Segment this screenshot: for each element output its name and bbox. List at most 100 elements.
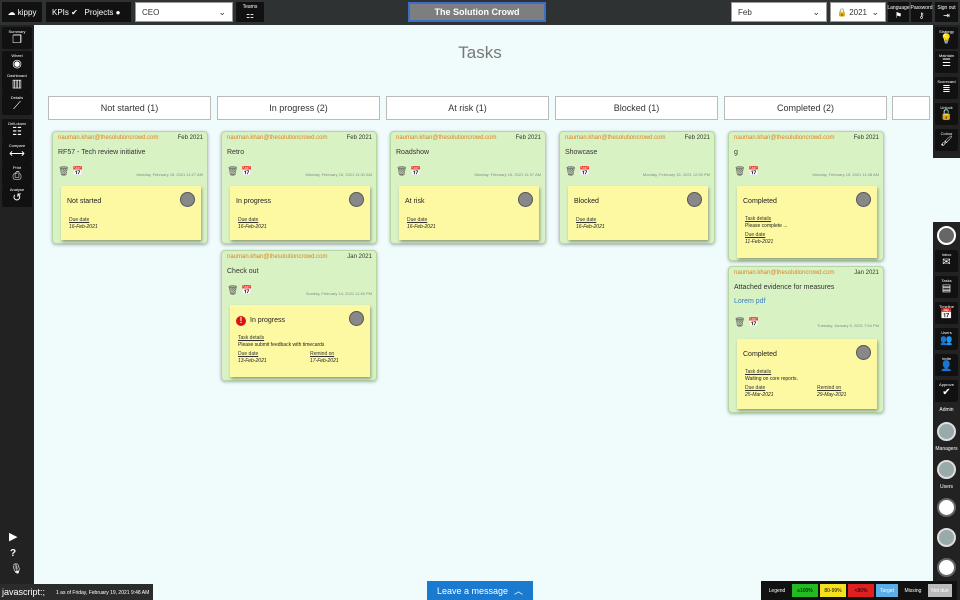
card-title: RF57 - Tech review initiative xyxy=(58,149,146,156)
unlock-icon: 🔓 xyxy=(940,110,953,121)
unlock-button[interactable]: Unlock 🔓 xyxy=(935,103,958,125)
card-actions: 🗑 📅 xyxy=(396,166,421,177)
line-chart-icon: ⟋ xyxy=(13,100,21,112)
check-circle-icon: ✔ xyxy=(71,7,78,17)
key-icon: ⚷ xyxy=(918,10,925,20)
calendar-check-icon[interactable]: 📅 xyxy=(241,166,252,176)
trash-icon[interactable]: 🗑 xyxy=(565,166,576,176)
sidebar-item-details[interactable]: Details ⟋ xyxy=(2,93,32,115)
sidebar-item-analyse[interactable]: Analyse ↺ xyxy=(2,185,32,207)
task-details-text: Waiting on core reports. xyxy=(745,376,798,382)
role-select[interactable]: CEO ⌄ xyxy=(135,2,233,22)
remind-on-label: Remind on xyxy=(310,351,335,357)
leave-message-label: Leave a message xyxy=(436,585,509,596)
password-button[interactable]: Password ⚷ xyxy=(911,2,932,22)
users-button[interactable]: Users 👥 xyxy=(935,328,958,350)
calendar-check-icon[interactable]: 📅 xyxy=(748,317,759,327)
column-header-extra[interactable] xyxy=(892,96,930,120)
lock-icon: 🔒 xyxy=(837,7,847,17)
trash-icon[interactable]: 🗑 xyxy=(734,317,745,327)
trash-icon[interactable]: 🗑 xyxy=(396,166,407,176)
task-details-label: Task details xyxy=(238,335,265,341)
task-card[interactable]: nauman.khan@thesolutioncrowd.com Feb 202… xyxy=(728,131,884,261)
mail-icon: ✉ xyxy=(942,257,951,268)
card-date: Jan 2021 xyxy=(854,270,879,276)
logo-button[interactable]: ☁ kippy xyxy=(2,2,42,22)
card-email: nauman.khan@thesolutioncrowd.com xyxy=(58,135,159,141)
status-text: At risk xyxy=(405,198,425,205)
month-select[interactable]: Feb ⌄ xyxy=(731,2,827,22)
colour-button[interactable]: Colour 🖌 xyxy=(935,129,958,151)
user-avatar[interactable] xyxy=(937,498,956,517)
leave-message-button[interactable]: Leave a message ︿ xyxy=(427,581,533,600)
company-title[interactable]: The Solution Crowd xyxy=(408,2,546,22)
status-bar: javascript:; 1 as of Friday, February 19… xyxy=(0,584,153,600)
admin-avatar[interactable] xyxy=(937,422,956,441)
help-icon[interactable]: ? xyxy=(10,548,16,559)
column-header-blocked[interactable]: Blocked (1) xyxy=(555,96,718,120)
task-card[interactable]: nauman.khan@thesolutioncrowd.com Feb 202… xyxy=(52,131,208,244)
calendar-check-icon[interactable]: 📅 xyxy=(748,166,759,176)
column-header-at-risk[interactable]: At risk (1) xyxy=(386,96,549,120)
teams-button[interactable]: Teams ⚏ xyxy=(236,2,264,22)
drill-icon: ☷ xyxy=(12,126,22,138)
trash-icon[interactable]: 🗑 xyxy=(227,285,238,295)
invite-button[interactable]: Invite 👤 xyxy=(935,354,958,376)
sidebar-item-print[interactable]: Print ⎙ xyxy=(2,163,32,185)
calendar-check-icon[interactable]: 📅 xyxy=(72,166,83,176)
avatar xyxy=(349,192,364,207)
language-button[interactable]: Language ⚑ xyxy=(887,2,910,22)
sidebar-item-drilldown[interactable]: Drill-down ☷ xyxy=(2,119,32,141)
sidebar-item-compare[interactable]: Compare ⟷ xyxy=(2,141,32,163)
card-email: nauman.khan@thesolutioncrowd.com xyxy=(565,135,666,141)
task-card[interactable]: nauman.khan@thesolutioncrowd.com Feb 202… xyxy=(221,131,377,244)
user-avatar[interactable] xyxy=(937,528,956,547)
year-select[interactable]: 🔒 2021 ⌄ xyxy=(830,2,886,22)
warning-icon: ! xyxy=(236,316,246,326)
sidebar-item-dashboard[interactable]: Dashboard ▥ xyxy=(2,71,32,93)
trash-icon[interactable]: 🗑 xyxy=(734,166,745,176)
task-details-text: Please submit feedback with timecards xyxy=(238,342,325,348)
signout-icon: ⇥ xyxy=(943,10,950,20)
calendar-check-icon[interactable]: 📅 xyxy=(410,166,421,176)
task-card[interactable]: nauman.khan@thesolutioncrowd.com Feb 202… xyxy=(559,131,715,244)
tasks-button[interactable]: Tasks ▤ xyxy=(935,276,958,298)
attachment-link[interactable]: Lorem pdf xyxy=(734,298,766,305)
task-card[interactable]: nauman.khan@thesolutioncrowd.com Jan 202… xyxy=(728,266,884,413)
inbox-button[interactable]: Inbox ✉ xyxy=(935,250,958,272)
calendar-check-icon[interactable]: 📅 xyxy=(241,285,252,295)
status-note: Blocked Due date 16-Feb-2021 xyxy=(568,186,708,240)
trash-icon[interactable]: 🗑 xyxy=(227,166,238,176)
timeline-button[interactable]: Timeline 📅 xyxy=(935,302,958,324)
due-date-value: 16-Feb-2021 xyxy=(576,224,605,230)
calendar-check-icon[interactable]: 📅 xyxy=(579,166,590,176)
status-text: Not started xyxy=(67,198,102,205)
signout-button[interactable]: Sign out ⇥ xyxy=(935,2,958,22)
card-actions: 🗑 📅 xyxy=(227,285,252,296)
kpis-projects-toggle[interactable]: KPIs ✔ Projects ● xyxy=(46,2,131,22)
card-actions: 🗑 📅 xyxy=(565,166,590,177)
user-avatar[interactable] xyxy=(937,558,956,577)
scorecard-button[interactable]: Scorecard ≣ xyxy=(935,77,958,99)
card-timestamp: Monday, February 15, 2021 11:27 AM xyxy=(136,172,203,177)
column-header-completed[interactable]: Completed (2) xyxy=(724,96,887,120)
microphone-icon[interactable]: 🎙 xyxy=(10,564,23,575)
task-card[interactable]: nauman.khan@thesolutioncrowd.com Jan 202… xyxy=(221,250,377,381)
projects-label: Projects xyxy=(84,7,114,17)
page-title: Tasks xyxy=(458,43,502,62)
approve-button[interactable]: Approve ✔ xyxy=(935,380,958,402)
due-date-label: Due date xyxy=(576,217,597,223)
language-icon: ⚑ xyxy=(894,10,903,20)
current-user-avatar[interactable] xyxy=(937,226,956,245)
legend-item: Missing xyxy=(900,584,926,597)
column-header-not-started[interactable]: Not started (1) xyxy=(48,96,211,120)
manager-avatar[interactable] xyxy=(937,460,956,479)
card-title: Roadshow xyxy=(396,149,430,156)
trash-icon[interactable]: 🗑 xyxy=(58,166,69,176)
brush-icon: 🖌 xyxy=(940,136,953,147)
column-header-in-progress[interactable]: In progress (2) xyxy=(217,96,380,120)
card-title: Check out xyxy=(227,268,259,275)
task-card[interactable]: nauman.khan@thesolutioncrowd.com Feb 202… xyxy=(390,131,546,244)
circle-icon: ● xyxy=(115,7,121,17)
play-icon[interactable]: ▶ xyxy=(9,530,17,543)
